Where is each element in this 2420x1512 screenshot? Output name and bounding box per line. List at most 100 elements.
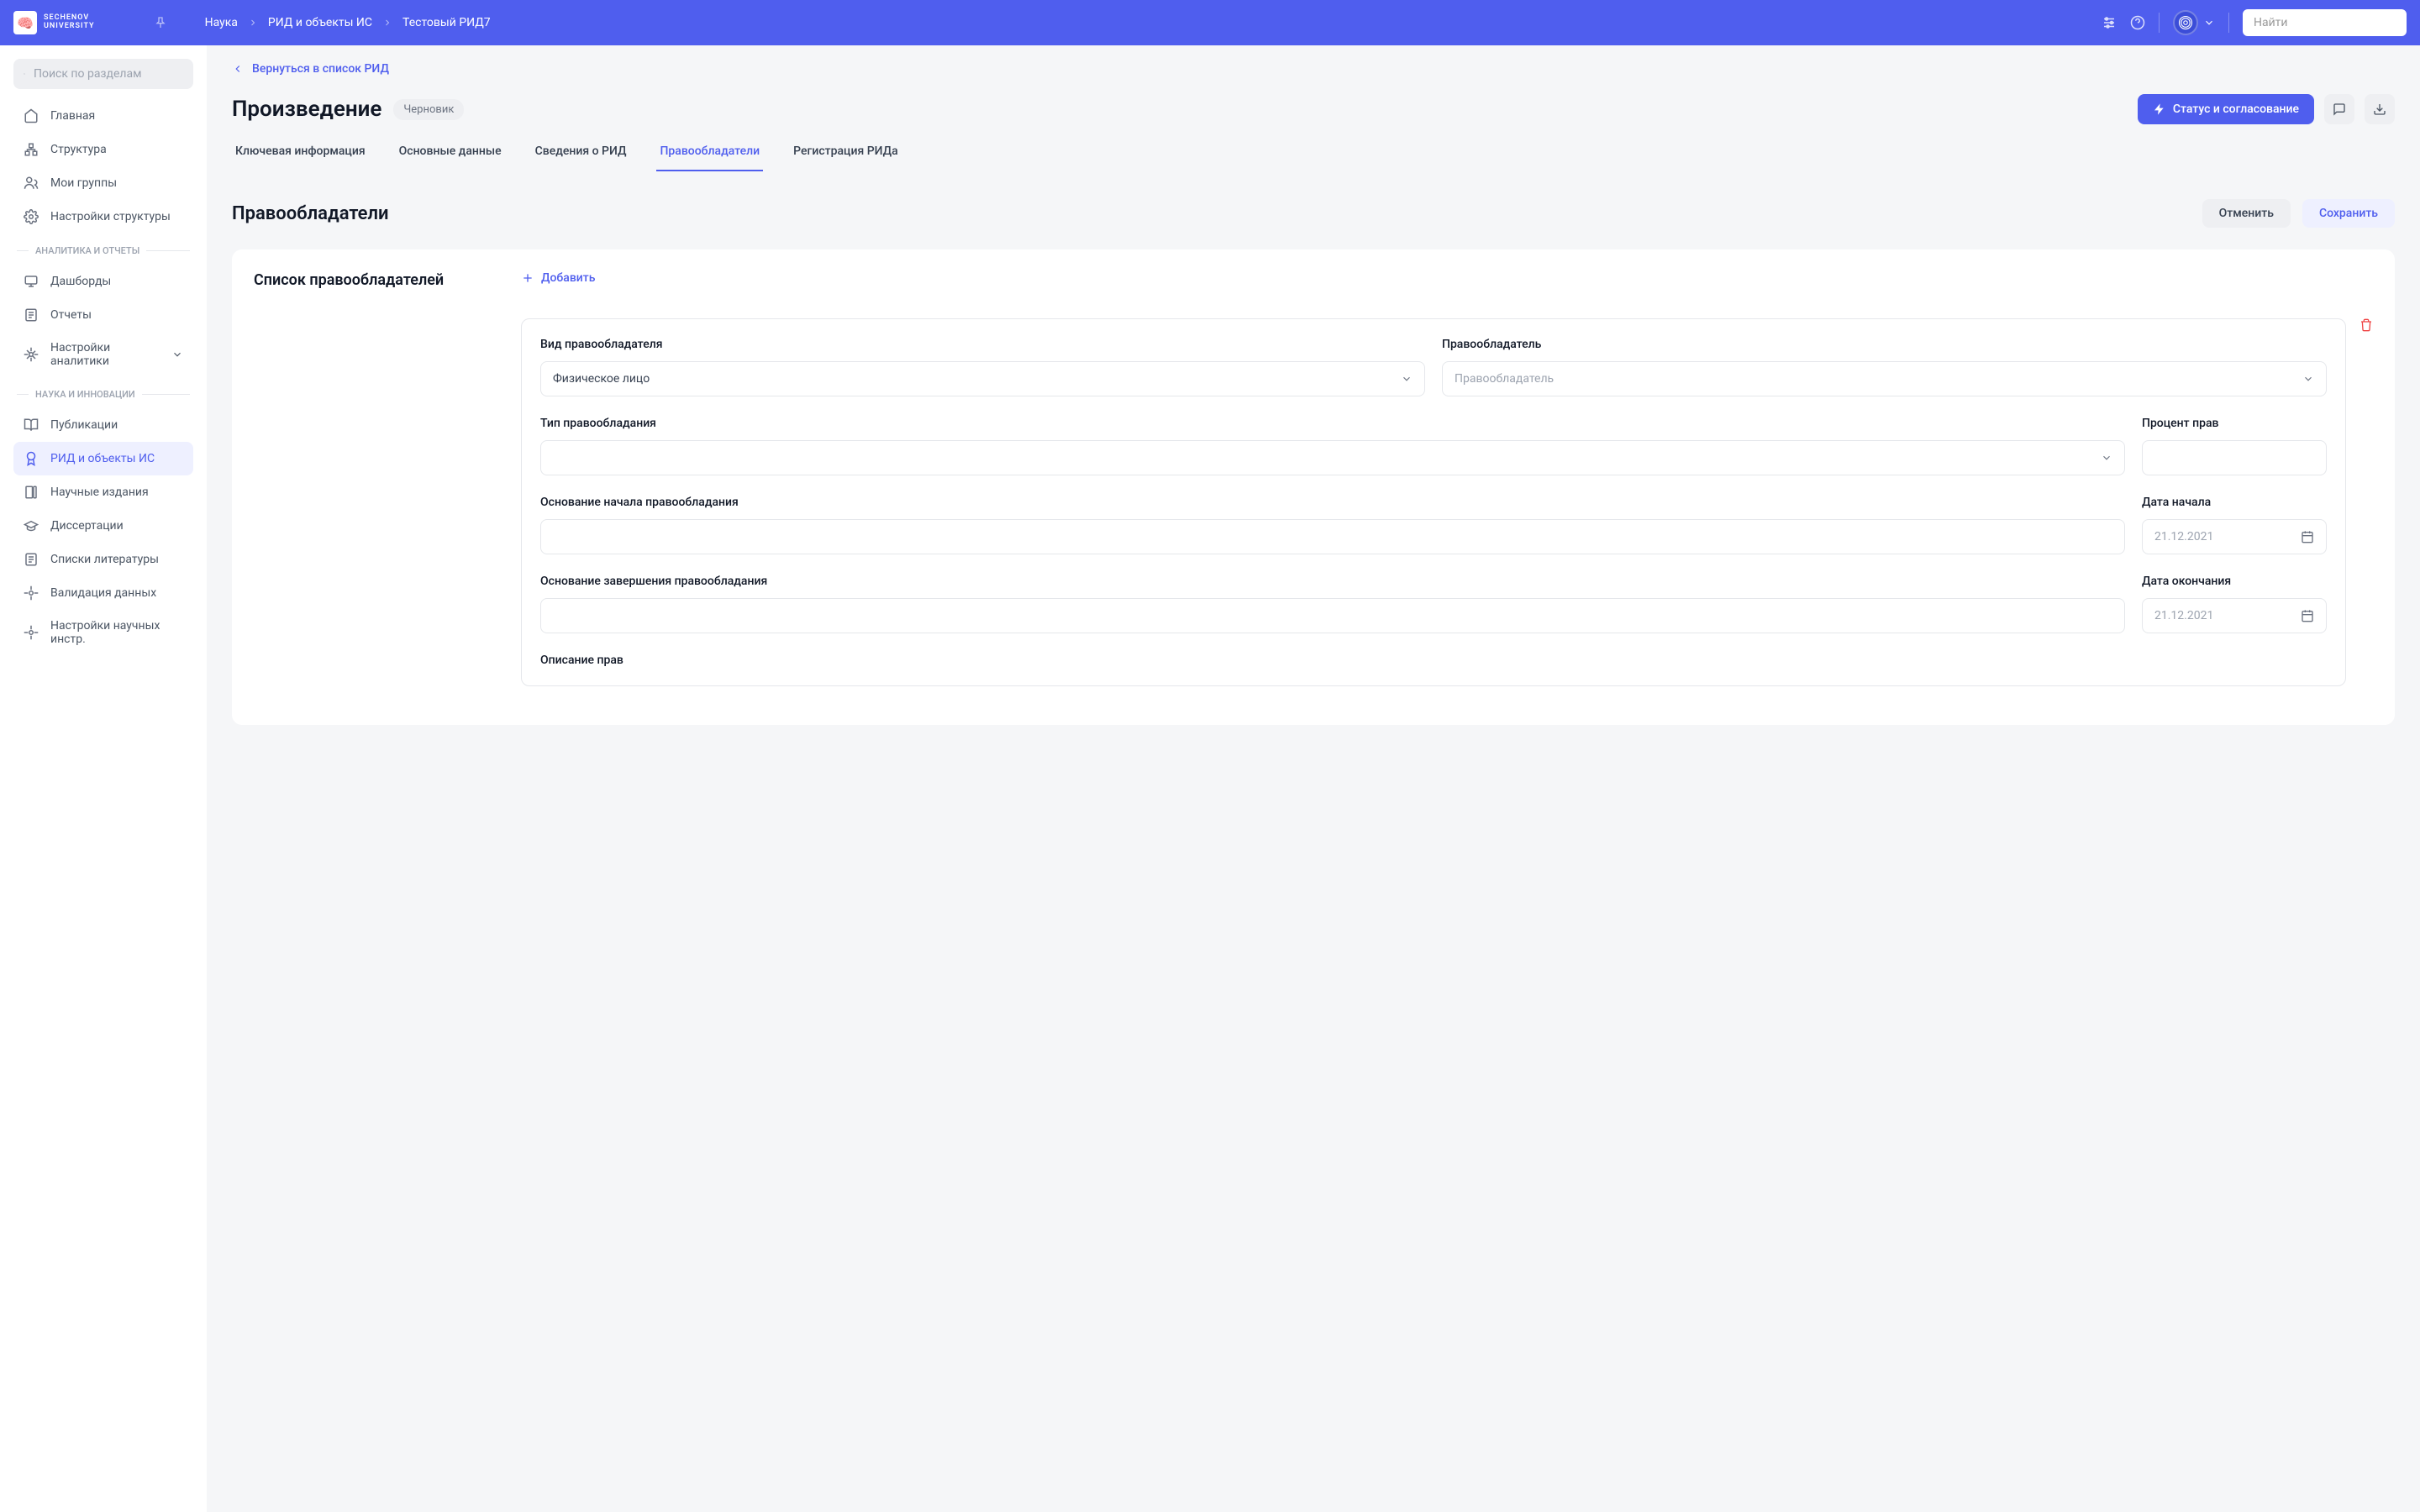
sidebar-item-label: Настройки структуры xyxy=(50,210,171,223)
comment-icon xyxy=(2333,102,2346,116)
sidebar-item-analytics-settings[interactable]: Настройки аналитики xyxy=(13,332,193,377)
sidebar-item-label: Дашборды xyxy=(50,275,111,288)
save-button[interactable]: Сохранить xyxy=(2302,199,2395,228)
type-select[interactable] xyxy=(540,440,2125,475)
sidebar-item-rid[interactable]: РИД и объекты ИС xyxy=(13,442,193,475)
download-button[interactable] xyxy=(2365,94,2395,124)
global-search[interactable] xyxy=(2243,9,2407,36)
tab-key-info[interactable]: Ключевая информация xyxy=(232,144,369,171)
journals-icon xyxy=(24,485,39,500)
divider xyxy=(2228,13,2229,33)
home-icon xyxy=(24,108,39,123)
delete-holder-button[interactable] xyxy=(2360,318,2373,332)
gear-icon xyxy=(24,347,39,362)
logo-line-2: UNIVERSITY xyxy=(44,23,95,31)
search-icon xyxy=(24,67,25,81)
award-icon xyxy=(24,451,39,466)
sidebar-item-science-settings[interactable]: Настройки научных инстр. xyxy=(13,610,193,655)
sidebar-item-label: Структура xyxy=(50,143,107,156)
field-label-holder: Правообладатель xyxy=(1442,338,2327,351)
user-menu[interactable] xyxy=(2173,10,2215,35)
field-label-description: Описание прав xyxy=(540,654,2327,667)
percent-input[interactable] xyxy=(2142,440,2327,475)
chevron-left-icon xyxy=(232,63,244,75)
kind-select[interactable]: Физическое лицо xyxy=(540,361,1425,396)
help-icon[interactable] xyxy=(2130,15,2145,30)
sidebar-item-label: Списки литературы xyxy=(50,553,159,566)
sidebar-item-journals[interactable]: Научные издания xyxy=(13,475,193,509)
graduation-icon xyxy=(24,518,39,533)
sidebar-item-validation[interactable]: Валидация данных xyxy=(13,576,193,610)
sidebar-item-references[interactable]: Списки литературы xyxy=(13,543,193,576)
chevron-down-icon xyxy=(2203,17,2215,29)
sidebar-item-reports[interactable]: Отчеты xyxy=(13,298,193,332)
pin-icon[interactable] xyxy=(154,16,167,29)
date-start-input[interactable]: 21.12.2021 xyxy=(2142,519,2327,554)
breadcrumb-item-0[interactable]: Наука xyxy=(205,16,238,29)
tab-main-data[interactable]: Основные данные xyxy=(396,144,505,171)
bolt-icon xyxy=(2153,102,2166,116)
holders-card: Список правообладателей Добавить Вид пра… xyxy=(232,249,2395,725)
sidebar-item-dashboards[interactable]: Дашборды xyxy=(13,265,193,298)
sidebar-item-label: Валидация данных xyxy=(50,586,156,600)
search-input[interactable] xyxy=(2254,16,2403,29)
add-label: Добавить xyxy=(541,271,595,285)
sidebar-item-label: Настройки научных инстр. xyxy=(50,619,183,646)
comment-button[interactable] xyxy=(2324,94,2354,124)
date-end-input[interactable]: 21.12.2021 xyxy=(2142,598,2327,633)
tabs: Ключевая информация Основные данные Свед… xyxy=(232,144,2395,172)
sidebar-item-structure-settings[interactable]: Настройки структуры xyxy=(13,200,193,234)
download-icon xyxy=(2373,102,2386,116)
chevron-down-icon xyxy=(1401,373,1413,385)
field-label-date-start: Дата начала xyxy=(2142,496,2327,509)
sidebar-item-label: Публикации xyxy=(50,418,118,432)
basis-end-input[interactable] xyxy=(540,598,2125,633)
status-approval-button[interactable]: Статус и согласование xyxy=(2138,94,2314,124)
calendar-icon xyxy=(2301,530,2314,543)
tab-holders[interactable]: Правообладатели xyxy=(656,144,763,171)
sidebar-item-home[interactable]: Главная xyxy=(13,99,193,133)
basis-start-input[interactable] xyxy=(540,519,2125,554)
chevron-down-icon xyxy=(2101,452,2112,464)
chevron-right-icon xyxy=(248,18,258,28)
dashboard-icon xyxy=(24,274,39,289)
logo-text: SECHENOV UNIVERSITY xyxy=(44,14,95,31)
sidebar-section-science: НАУКА И ИННОВАЦИИ xyxy=(13,381,193,408)
button-label: Статус и согласование xyxy=(2173,102,2299,116)
date-placeholder: 21.12.2021 xyxy=(2154,530,2213,543)
settings-sliders-icon[interactable] xyxy=(2102,15,2117,30)
sidebar-item-groups[interactable]: Мои группы xyxy=(13,166,193,200)
breadcrumb-item-1[interactable]: РИД и объекты ИС xyxy=(268,16,372,29)
field-label-kind: Вид правообладателя xyxy=(540,338,1425,351)
field-label-percent: Процент прав xyxy=(2142,417,2327,430)
field-label-type: Тип правообладания xyxy=(540,417,2125,430)
trash-icon xyxy=(2360,318,2373,332)
sidebar-item-label: Диссертации xyxy=(50,519,124,533)
report-icon xyxy=(24,307,39,323)
sidebar-search[interactable] xyxy=(13,59,193,89)
sidebar-search-input[interactable] xyxy=(34,67,183,81)
back-link-label: Вернуться в список РИД xyxy=(252,62,389,76)
subheader-title: Правообладатели xyxy=(232,203,389,224)
holder-select[interactable]: Правообладатель xyxy=(1442,361,2327,396)
gear-icon xyxy=(24,625,39,640)
back-link[interactable]: Вернуться в список РИД xyxy=(232,62,2395,76)
chevron-down-icon xyxy=(171,349,183,360)
breadcrumb-item-2[interactable]: Тестовый РИД7 xyxy=(402,16,491,29)
sidebar-item-label: Научные издания xyxy=(50,486,149,499)
select-value: Физическое лицо xyxy=(553,372,650,386)
page-title: Произведение xyxy=(232,97,381,122)
select-placeholder: Правообладатель xyxy=(1455,372,1554,386)
sidebar-item-publications[interactable]: Публикации xyxy=(13,408,193,442)
divider xyxy=(2159,13,2160,33)
sidebar-item-structure[interactable]: Структура xyxy=(13,133,193,166)
cancel-button[interactable]: Отменить xyxy=(2202,199,2291,228)
sidebar-item-dissertations[interactable]: Диссертации xyxy=(13,509,193,543)
logo[interactable]: SECHENOV UNIVERSITY xyxy=(13,11,95,34)
tab-registration[interactable]: Регистрация РИДа xyxy=(790,144,902,171)
tab-rid-info[interactable]: Сведения о РИД xyxy=(532,144,630,171)
field-label-date-end: Дата окончания xyxy=(2142,575,2327,588)
add-holder-button[interactable]: Добавить xyxy=(521,271,2373,285)
subheader: Правообладатели Отменить Сохранить xyxy=(232,199,2395,228)
field-label-basis-end: Основание завершения правообладания xyxy=(540,575,2125,588)
